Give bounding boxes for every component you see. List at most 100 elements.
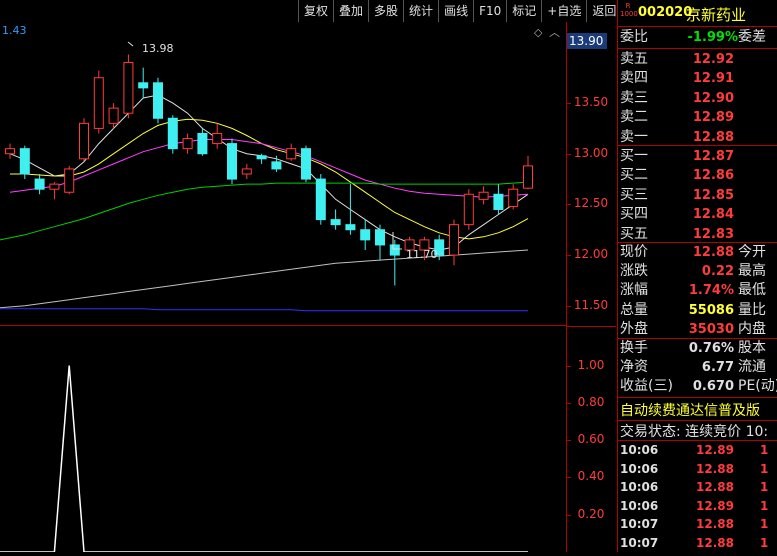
bids-row[interactable]: 买四 12.84 [618, 205, 777, 224]
bids-row[interactable]: 买一 12.87 [618, 147, 777, 166]
candle [5, 143, 15, 159]
indicator-line [0, 365, 528, 553]
candle-body [360, 229, 371, 241]
fundamental-row: 收益(三) 0.670 PE(动) [620, 378, 777, 395]
stock-code: 002020 [638, 5, 693, 20]
bids-row[interactable]: 买五 12.83 [618, 225, 777, 244]
candle-body [389, 244, 400, 256]
candle-body [523, 165, 533, 189]
candle-body [256, 155, 267, 160]
candle [153, 77, 163, 124]
candle [34, 174, 45, 195]
candle [375, 224, 385, 261]
candle-body [330, 219, 341, 226]
candle [315, 174, 326, 225]
indicator-axis-label: 0.40 [577, 469, 605, 484]
low-annotation: 11.70 [406, 248, 438, 261]
toolbar-button-7[interactable]: +自选 [541, 0, 587, 22]
quote-row: 现价 12.88 今开 [620, 244, 766, 260]
candle-body [449, 224, 459, 256]
high-annotation-leader [127, 41, 134, 47]
bids-row[interactable]: 买二 12.86 [618, 166, 777, 185]
price-axis-label: 11.50 [573, 297, 609, 312]
stock-badge: R 1000 [620, 2, 638, 18]
candle-body [93, 77, 104, 129]
candle-body [123, 62, 134, 114]
asks-row[interactable]: 卖四 12.91 [618, 69, 777, 88]
candle [241, 163, 252, 180]
candle [493, 184, 504, 215]
toolbar-button-5[interactable]: F10 [473, 0, 507, 22]
indicator-axis-label: 0.60 [577, 432, 605, 447]
candle-body [79, 122, 89, 160]
candle-body [167, 117, 178, 150]
asks-row[interactable]: 卖五 12.92 [618, 50, 777, 69]
candle-body [197, 132, 208, 155]
candle-body [64, 168, 75, 193]
toolbar: 复权 叠加 多股 统计 画线 F10 标记 +自选 返回 [298, 0, 622, 22]
candle [508, 184, 519, 210]
indicator-axis-label: 1.00 [577, 357, 605, 372]
indicator-axis-label: 0.80 [577, 394, 605, 409]
candle [123, 54, 134, 119]
fundamental-row: 换手 0.76% 股本 [620, 340, 766, 356]
indicator-axis-label: 0.20 [577, 506, 605, 521]
candle-body [153, 82, 163, 119]
candle-body [5, 148, 15, 155]
candle-body [478, 191, 489, 200]
candle [19, 145, 30, 180]
quote-row: 总量 55086 量比 [620, 301, 766, 318]
asks-row[interactable]: 卖三 12.90 [618, 89, 777, 108]
candle [93, 70, 104, 134]
bids-row[interactable]: 买三 12.85 [618, 186, 777, 205]
candle [64, 165, 75, 195]
asks-row[interactable]: 卖一 12.88 [618, 128, 777, 147]
toolbar-button-2[interactable]: 多股 [368, 0, 404, 22]
candle-body [301, 148, 311, 180]
candle [301, 145, 311, 183]
candle-body [463, 193, 474, 226]
tick-row: 10:06 12.88 1 [620, 480, 769, 494]
candle [79, 118, 89, 161]
trade-status: 交易状态: 连续竞价 10: [620, 424, 769, 440]
tick-row: 10:07 12.88 1 [620, 535, 769, 550]
toolbar-button-3[interactable]: 统计 [403, 0, 439, 22]
candle [138, 67, 149, 98]
candle-body [182, 138, 193, 150]
price-axis-label: 12.50 [573, 196, 609, 211]
candle-body [212, 132, 223, 145]
candle [360, 219, 371, 250]
toolbar-button-6[interactable]: 标记 [506, 0, 542, 22]
quote-panel: R 1000 002020 京新药业 委比 -1.99% 委差 卖五 12.92 卖… [617, 0, 777, 552]
candle-body [49, 183, 60, 190]
candle-body [108, 107, 119, 124]
candle-body [315, 178, 326, 221]
toolbar-button-1[interactable]: 叠加 [333, 0, 369, 22]
candle-body [19, 148, 30, 175]
promo-notice[interactable]: 自动续费通达信普及版 [620, 400, 760, 420]
indicator-chart[interactable] [0, 327, 566, 553]
axis-divider [566, 326, 616, 327]
candle [167, 115, 178, 154]
high-annotation: 13.98 [142, 42, 174, 55]
tick-row: 10:07 12.88 1 [620, 517, 769, 531]
current-price-label: 13.90 [567, 33, 607, 49]
candle-body [271, 161, 282, 170]
candle [478, 186, 489, 205]
candle-body [286, 148, 297, 160]
candle [286, 143, 297, 161]
candle [49, 182, 60, 200]
candle [182, 133, 193, 154]
price-axis-label: 13.50 [573, 95, 609, 110]
toolbar-button-0[interactable]: 复权 [298, 0, 334, 22]
candle-body [345, 224, 356, 231]
quote-row: 涨跌 0.22 最高 [620, 263, 766, 280]
asks-row[interactable]: 卖二 12.89 [618, 108, 777, 127]
candle-body [34, 178, 45, 190]
toolbar-button-4[interactable]: 画线 [438, 0, 474, 22]
diamond-icon: ◇ [534, 26, 543, 39]
candle [449, 219, 459, 266]
commission-row: 委比 -1.99% 委差 [620, 29, 766, 45]
candle [212, 123, 223, 149]
main-kline-chart[interactable]: 13.98 11.70 ◇ ︿ [0, 22, 566, 326]
